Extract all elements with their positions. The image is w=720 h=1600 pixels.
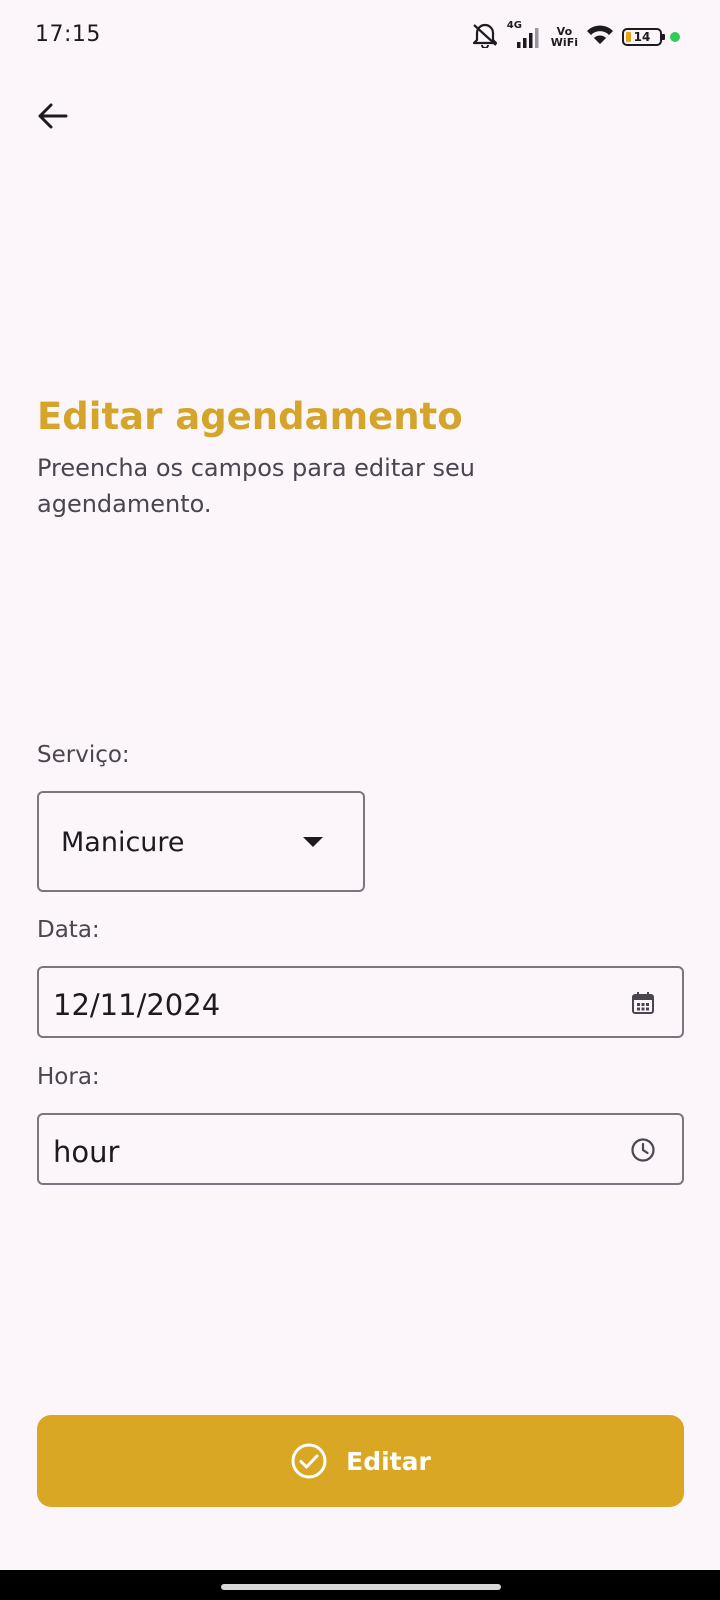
page-title: Editar agendamento <box>37 395 463 438</box>
caret-down-icon <box>303 837 323 847</box>
service-dropdown[interactable]: Manicure <box>37 791 365 892</box>
mute-icon <box>471 22 499 52</box>
status-time: 17:15 <box>35 22 101 47</box>
battery-icon: 14 <box>622 28 665 46</box>
edit-button[interactable]: Editar <box>37 1415 684 1507</box>
edit-button-label: Editar <box>346 1446 431 1476</box>
battery-level: 14 <box>633 30 651 44</box>
vowifi-bottom: WiFi <box>550 36 578 49</box>
status-bar: 17:15 4G Vo WiFi 14 <box>0 0 720 72</box>
hour-field[interactable]: hour <box>37 1113 684 1185</box>
service-label: Serviço: <box>37 742 130 768</box>
hour-label: Hora: <box>37 1064 100 1090</box>
wifi-icon <box>586 24 614 50</box>
service-value: Manicure <box>61 827 185 858</box>
home-indicator[interactable] <box>221 1584 501 1590</box>
date-value: 12/11/2024 <box>53 988 221 1022</box>
back-button[interactable] <box>28 92 76 140</box>
arrow-left-icon <box>38 103 68 129</box>
page-subtitle: Preencha os campos para editar seu agend… <box>37 454 475 518</box>
vowifi-indicator: Vo WiFi <box>551 26 578 48</box>
clock-icon[interactable] <box>630 1137 656 1163</box>
status-icons: 4G Vo WiFi 14 <box>471 20 680 52</box>
privacy-dot-icon <box>670 32 680 42</box>
date-label: Data: <box>37 917 100 943</box>
hour-value: hour <box>53 1135 120 1169</box>
calendar-icon[interactable] <box>630 990 656 1016</box>
check-circle-icon <box>291 1443 327 1479</box>
date-field[interactable]: 12/11/2024 <box>37 966 684 1038</box>
signal-icon: 4G <box>507 20 543 50</box>
